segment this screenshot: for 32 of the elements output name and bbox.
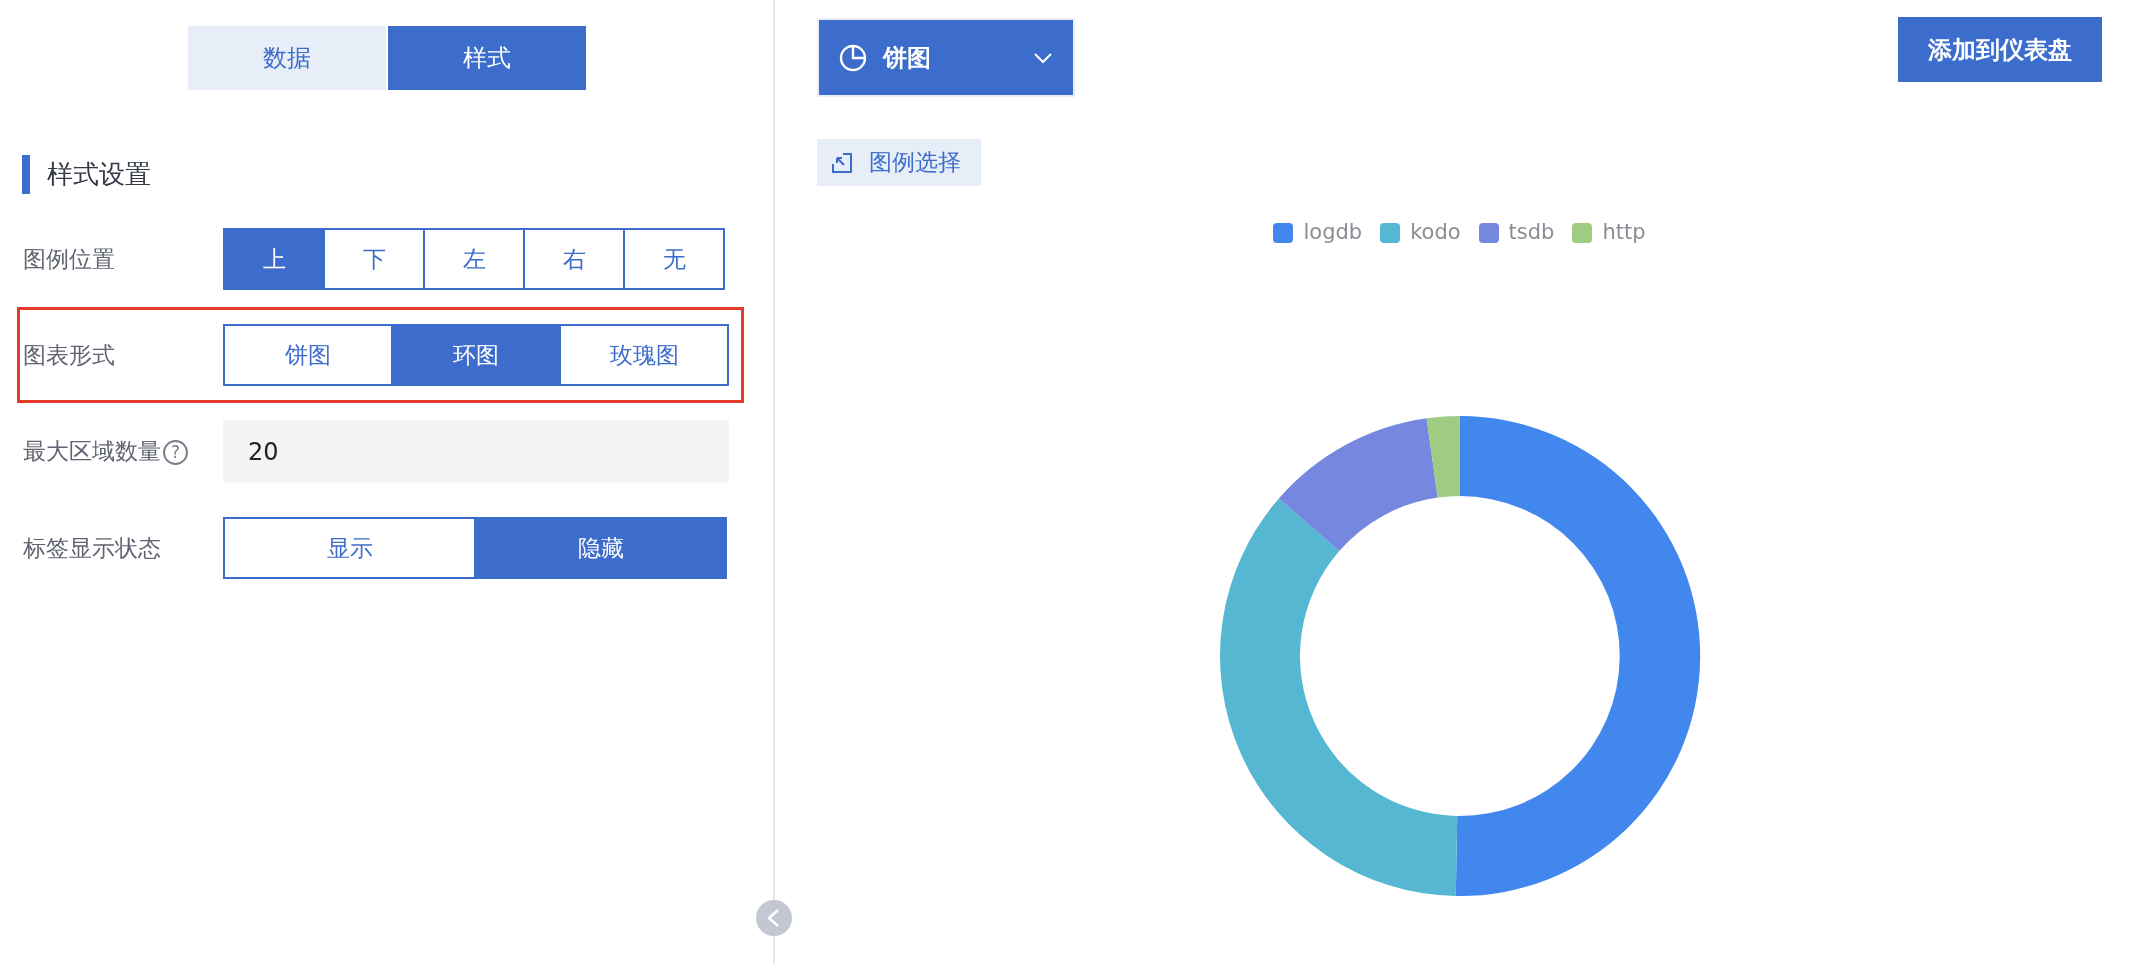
legend-select-button[interactable]: 图例选择	[817, 139, 981, 186]
number-field[interactable]: 20	[223, 420, 729, 483]
setting-label: 最大区域数量	[23, 438, 161, 465]
legend-label[interactable]: http	[1602, 217, 1646, 249]
setting-label: 图表形式	[23, 341, 115, 368]
help-icon[interactable]: ?	[163, 440, 188, 466]
tab[interactable]: 数据	[187, 26, 386, 90]
select-arrow-icon	[831, 151, 853, 174]
legend-label[interactable]: tsdb	[1508, 217, 1555, 249]
collapse-button[interactable]	[756, 900, 792, 936]
option-button[interactable]: 玫瑰图	[559, 324, 729, 386]
chart-type-dropdown[interactable]: 饼图	[817, 18, 1075, 97]
section-title: 样式设置	[47, 158, 151, 191]
option-button[interactable]: 上	[223, 228, 325, 290]
option-button[interactable]: 显示	[223, 517, 476, 579]
option-button[interactable]: 饼图	[223, 324, 393, 386]
legend-label[interactable]: kodo	[1410, 217, 1461, 249]
tab[interactable]: 样式	[387, 26, 586, 90]
option-button[interactable]: 无	[623, 228, 725, 290]
accent-bar	[22, 155, 30, 194]
option-button[interactable]: 右	[523, 228, 625, 290]
add-to-dashboard-button[interactable]: 添加到仪表盘	[1898, 17, 2102, 82]
option-button[interactable]: 下	[323, 228, 425, 290]
pie-chart-icon	[839, 43, 867, 72]
setting-label: 图例位置	[23, 245, 115, 272]
dropdown-label: 饼图	[883, 42, 932, 74]
setting-label: 标签显示状态	[23, 534, 161, 561]
legend-label[interactable]: logdb	[1303, 217, 1363, 249]
option-button[interactable]: 环图	[391, 324, 561, 386]
option-button[interactable]: 隐藏	[474, 517, 727, 579]
chevron-down-icon	[1033, 51, 1053, 64]
option-button[interactable]: 左	[423, 228, 525, 290]
